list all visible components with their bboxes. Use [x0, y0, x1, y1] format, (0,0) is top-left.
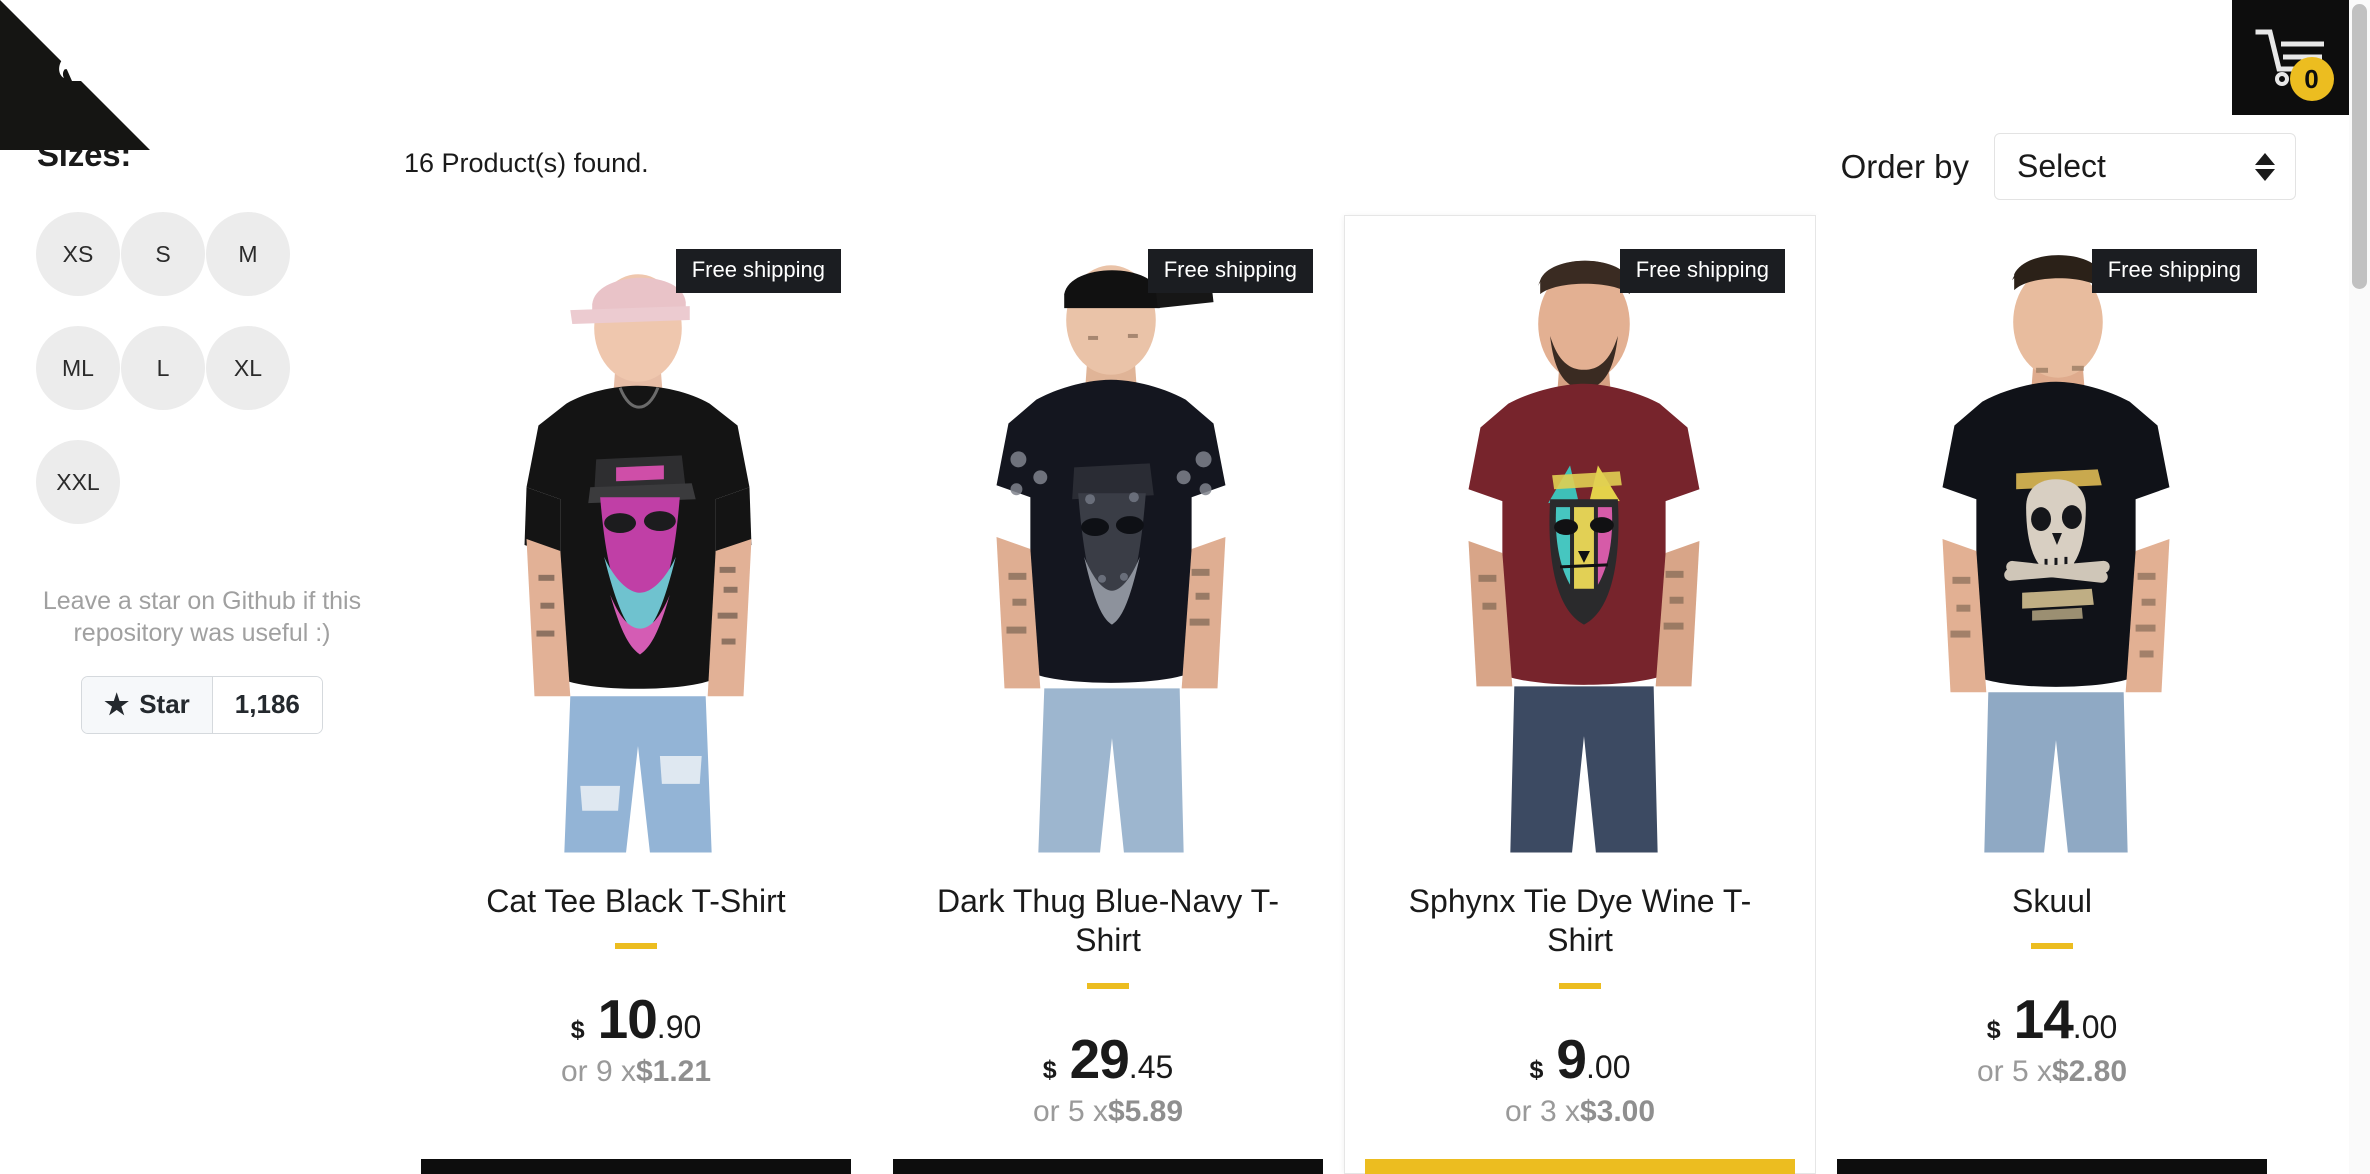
order-by-select[interactable]: Select: [1994, 133, 2296, 200]
size-cell: XS: [36, 212, 121, 326]
product-price: $ 10 .90: [571, 987, 702, 1051]
installments-prefix: or 3 x: [1504, 1094, 1580, 1128]
size-cell: L: [121, 326, 206, 440]
product-title: Sphynx Tie Dye Wine T-Shirt: [1408, 883, 1752, 959]
title-divider: [1559, 982, 1601, 989]
title-divider: [2031, 943, 2073, 950]
product-installments: or 3 x$3.00: [1505, 1095, 1655, 1129]
product-card[interactable]: Free shipping: [872, 215, 1344, 1174]
product-installments: or 5 x$5.89: [1033, 1095, 1183, 1129]
free-shipping-badge: Free shipping: [1147, 249, 1313, 293]
price-integer: 10: [597, 988, 658, 1051]
github-star-widget: ★ Star 1,186: [42, 675, 362, 734]
product-title: Cat Tee Black T-Shirt: [486, 883, 786, 919]
size-filter-l[interactable]: L: [121, 326, 205, 410]
price-currency: $: [1042, 1055, 1057, 1084]
order-by-selected-value: Select: [2017, 148, 2106, 184]
size-filter-m[interactable]: M: [206, 212, 290, 296]
product-card[interactable]: Free shipping: [1816, 215, 2288, 1174]
product-image: [893, 227, 1323, 854]
star-icon: ★: [104, 688, 130, 720]
store-page: 0 Sizes: XS S M ML L XL XXL Leave a star…: [0, 0, 2370, 1174]
product-title: Skuul: [2011, 883, 2093, 919]
size-filter-s[interactable]: S: [121, 212, 205, 296]
price-integer: 14: [2013, 988, 2074, 1051]
star-count[interactable]: 1,186: [212, 676, 322, 733]
size-filter-xl[interactable]: XL: [206, 326, 290, 410]
star-button-label: Star: [139, 689, 190, 719]
price-decimal: .90: [656, 1009, 702, 1046]
add-to-cart-button[interactable]: Add to cart: [1365, 1159, 1795, 1174]
filters-sidebar: Sizes: XS S M ML L XL XXL Leave a star o…: [0, 115, 400, 734]
sizes-filter-grid: XS S M ML L XL XXL: [36, 212, 336, 554]
results-toolbar: 16 Product(s) found. Order by Select: [400, 115, 2349, 215]
price-currency: $: [1986, 1016, 2001, 1045]
github-star-note: Leave a star on Github if this repositor…: [42, 587, 362, 647]
github-star-button[interactable]: ★ Star 1,186: [81, 675, 323, 734]
price-integer: 29: [1069, 1027, 1130, 1090]
size-cell: ML: [36, 326, 121, 440]
github-corner-link[interactable]: [0, 0, 150, 150]
github-octocat-icon: [0, 0, 150, 150]
free-shipping-badge: Free shipping: [2091, 249, 2257, 293]
installments-value: $5.89: [1107, 1094, 1184, 1128]
free-shipping-badge: Free shipping: [675, 249, 841, 293]
star-button-left[interactable]: ★ Star: [82, 676, 213, 733]
product-card[interactable]: Free shipping: [400, 215, 872, 1174]
installments-value: $2.80: [2051, 1055, 2128, 1089]
chevron-updown-icon: [2255, 152, 2275, 181]
free-shipping-badge: Free shipping: [1619, 249, 1785, 293]
price-decimal: .45: [1128, 1048, 1174, 1085]
size-filter-xs[interactable]: XS: [36, 212, 120, 296]
price-decimal: .00: [2072, 1009, 2118, 1046]
price-currency: $: [1529, 1055, 1544, 1084]
size-cell: M: [206, 212, 291, 326]
size-cell: XXL: [36, 440, 121, 554]
chevron-up-icon: [2255, 152, 2275, 165]
size-cell: XL: [206, 326, 291, 440]
size-filter-ml[interactable]: ML: [36, 326, 120, 410]
products-grid: Free shipping Cat Tee Black T-Shirt $ 10…: [400, 215, 2349, 1174]
chevron-down-icon: [2255, 168, 2275, 181]
cart-icon-wrap: 0: [2254, 25, 2334, 101]
cart-badge-count: 0: [2289, 56, 2334, 101]
add-to-cart-button[interactable]: Add to cart: [1837, 1159, 2267, 1174]
title-divider: [1087, 982, 1129, 989]
order-by-group: Order by Select: [1841, 133, 2296, 200]
product-installments: or 5 x$2.80: [1977, 1055, 2127, 1089]
page-scrollbar-thumb[interactable]: [2352, 4, 2367, 289]
product-price: $ 14 .00: [1987, 987, 2118, 1051]
installments-prefix: or 9 x: [560, 1055, 636, 1089]
price-decimal: .00: [1586, 1048, 1631, 1085]
installments-prefix: or 5 x: [1032, 1094, 1108, 1128]
size-filter-xxl[interactable]: XXL: [36, 440, 120, 524]
add-to-cart-button[interactable]: Add to cart: [421, 1159, 851, 1174]
page-scrollbar-track[interactable]: [2349, 0, 2370, 1174]
order-by-label: Order by: [1840, 147, 1969, 185]
installments-value: $3.00: [1579, 1094, 1656, 1128]
price-integer: 9: [1556, 1027, 1587, 1090]
title-divider: [615, 943, 657, 950]
product-title: Dark Thug Blue-Navy T-Shirt: [936, 883, 1280, 959]
cart-button[interactable]: 0: [2232, 0, 2349, 115]
product-price: $ 29 .45: [1043, 1027, 1174, 1091]
size-cell: S: [121, 212, 206, 326]
installments-value: $1.21: [635, 1055, 712, 1089]
product-image: [421, 227, 851, 854]
add-to-cart-button[interactable]: Add to cart: [893, 1159, 1323, 1174]
product-installments: or 9 x$1.21: [561, 1055, 711, 1089]
product-card[interactable]: Free shipping: [1344, 215, 1816, 1174]
price-currency: $: [570, 1016, 585, 1045]
installments-prefix: or 5 x: [1976, 1055, 2052, 1089]
product-image: [1365, 227, 1795, 854]
products-found-count: 16 Product(s) found.: [404, 148, 649, 178]
product-price: $ 9 .00: [1530, 1027, 1631, 1091]
product-image: [1837, 227, 2267, 854]
